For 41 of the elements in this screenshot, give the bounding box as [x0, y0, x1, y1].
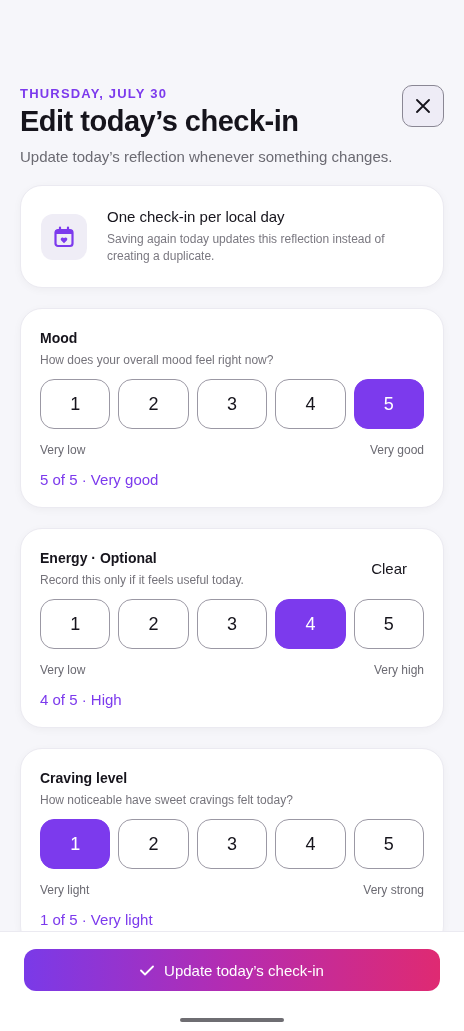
rating-option[interactable]: 1: [40, 599, 111, 649]
scale-high-label: Very high: [373, 663, 424, 677]
rating-summary: 1 of 5 · Very light: [40, 911, 154, 928]
page-title: Edit today’s check-in: [20, 105, 300, 138]
rating-option[interactable]: 4: [275, 599, 346, 649]
rating-option[interactable]: 2: [118, 599, 189, 649]
rating-option[interactable]: 1: [40, 819, 111, 869]
calendar-heart-icon: [41, 213, 87, 260]
page-subtitle: Update today’s reflection whenever something changes.: [20, 148, 393, 165]
info-title: One check-in per local day: [107, 208, 286, 225]
rating-option[interactable]: 5: [353, 819, 425, 869]
clear-button[interactable]: Clear: [371, 554, 407, 583]
scale-high-label: Very good: [369, 443, 424, 457]
rating-title: Craving level: [40, 770, 129, 786]
rating-summary: 5 of 5 · Very good: [40, 471, 160, 488]
scale-low-label: Very low: [40, 663, 86, 677]
info-text: Saving again today updates this reflection instead of creating a duplicate.: [107, 231, 386, 265]
rating-title: Mood: [40, 330, 79, 346]
rating-title: Energy · Optional: [40, 550, 158, 566]
check-icon: [140, 964, 155, 976]
rating-question: Record this only if it feels useful today.: [40, 573, 244, 587]
rating-option[interactable]: 1: [40, 379, 111, 429]
scale-low-label: Very light: [40, 883, 90, 897]
rating-option[interactable]: 4: [275, 819, 346, 869]
save-button[interactable]: Update today’s check-in: [24, 949, 440, 991]
rating-option[interactable]: 2: [118, 819, 189, 869]
rating-option[interactable]: 5: [353, 379, 425, 429]
close-icon: [416, 99, 430, 113]
scale-low-label: Very low: [40, 443, 86, 457]
date-label: THURSDAY, JULY 30: [20, 86, 169, 101]
scale-high-label: Very strong: [363, 883, 424, 897]
rating-summary: 4 of 5 · High: [40, 691, 123, 708]
rating-option[interactable]: 3: [196, 379, 268, 429]
rating-option[interactable]: 3: [196, 599, 268, 649]
rating-option[interactable]: 4: [275, 379, 346, 429]
rating-option[interactable]: 3: [196, 819, 268, 869]
rating-option[interactable]: 2: [118, 379, 189, 429]
rating-option[interactable]: 5: [353, 599, 425, 649]
close-button[interactable]: [402, 85, 444, 127]
rating-question: How noticeable have sweet cravings felt today?: [40, 793, 293, 807]
rating-question: How does your overall mood feel right now?: [40, 353, 274, 367]
